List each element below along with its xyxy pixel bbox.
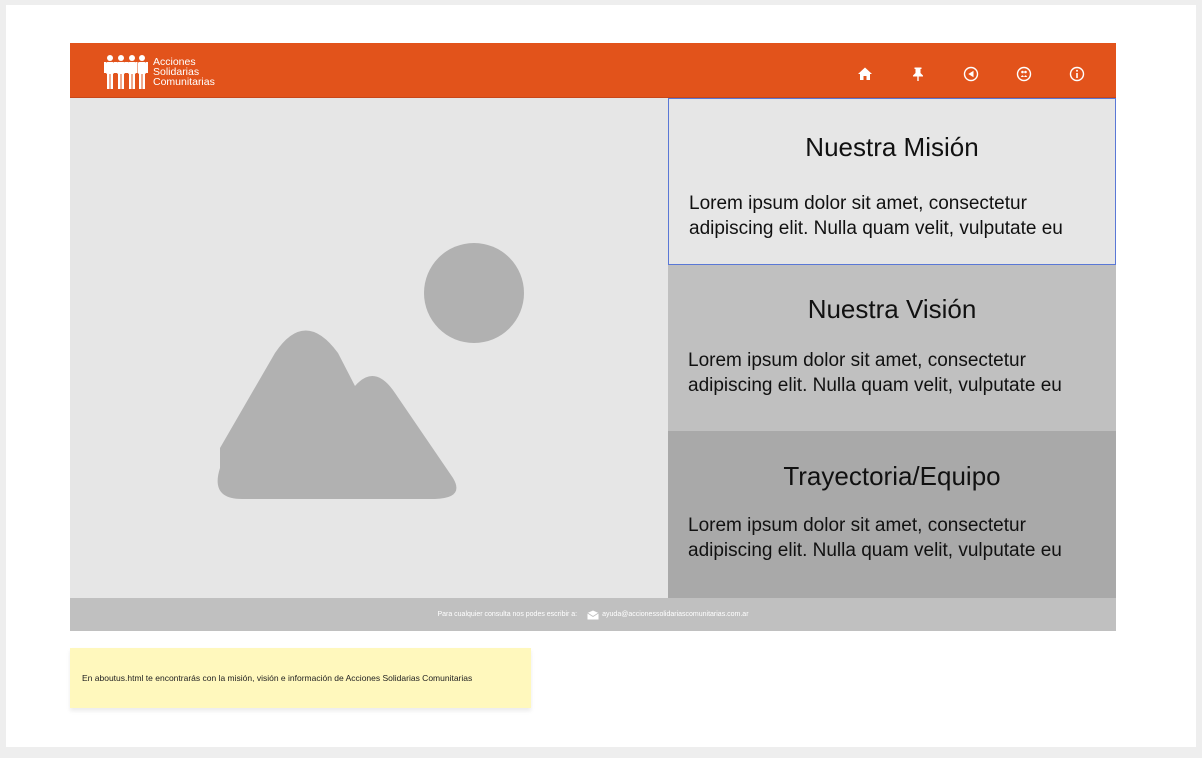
info-icon (1069, 66, 1085, 82)
sticky-note: En aboutus.html te encontrarás con la mi… (70, 648, 531, 708)
footer-email-link[interactable]: ayuda@accionessolidariascomunitarias.com… (587, 610, 749, 620)
brand-line-3: Comunitarias (153, 76, 215, 88)
mission-title: Nuestra Misión (805, 132, 979, 162)
community-button[interactable] (1015, 65, 1033, 83)
vision-section: Nuestra Visión Lorem ipsum dolor sit ame… (668, 265, 1116, 431)
footer-email: ayuda@accionessolidariascomunitarias.com… (602, 611, 749, 618)
hero-image-placeholder (70, 98, 668, 598)
top-nav (856, 65, 1086, 83)
brand-logo[interactable]: Acciones Solidarias Comunitarias (104, 54, 215, 90)
pin-icon (913, 67, 923, 81)
community-icon (1016, 66, 1032, 82)
team-text: Lorem ipsum dolor sit amet, consectetur … (688, 515, 1062, 561)
home-button[interactable] (856, 65, 874, 83)
back-button[interactable] (962, 65, 980, 83)
vision-title: Nuestra Visión (807, 294, 977, 324)
mission-section: Nuestra Misión Lorem ipsum dolor sit ame… (668, 98, 1116, 265)
vision-text: Lorem ipsum dolor sit amet, consectetur … (688, 350, 1062, 396)
brand-name: Acciones Solidarias Comunitarias (153, 57, 215, 88)
mission-text: Lorem ipsum dolor sit amet, consectetur … (689, 193, 1063, 239)
home-icon (858, 67, 872, 80)
team-section: Trayectoria/Equipo Lorem ipsum dolor sit… (668, 431, 1116, 598)
team-title: Trayectoria/Equipo (783, 461, 1001, 491)
image-placeholder-icon (217, 243, 524, 499)
pin-button[interactable] (909, 65, 927, 83)
header-bar: Acciones Solidarias Comunitarias (70, 43, 1116, 98)
back-icon (963, 66, 979, 82)
page-mockup: Acciones Solidarias Comunitarias Nuestra… (70, 43, 1116, 631)
people-logo-icon (104, 55, 148, 89)
sticky-note-text: En aboutus.html te encontrarás con la mi… (82, 673, 473, 683)
envelope-icon (587, 610, 599, 619)
footer-contact-text: Para cualquier consulta nos podes escrib… (437, 611, 578, 618)
footer-bar: Para cualquier consulta nos podes escrib… (70, 598, 1116, 631)
info-button[interactable] (1068, 65, 1086, 83)
